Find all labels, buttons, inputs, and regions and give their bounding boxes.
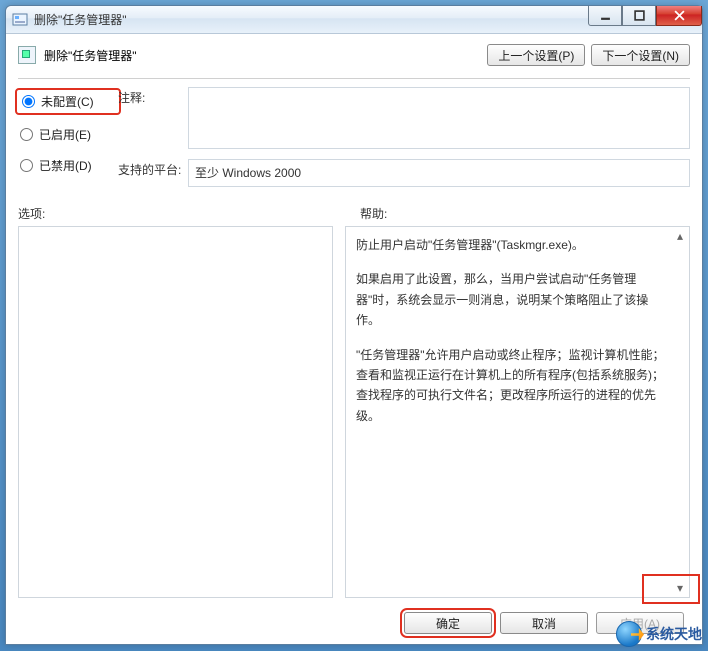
options-label: 选项: (18, 205, 348, 222)
prev-setting-button[interactable]: 上一个设置(P) (487, 44, 585, 66)
help-paragraph: "任务管理器"允许用户启动或终止程序；监视计算机性能；查看和监视正运行在计算机上… (356, 345, 669, 427)
panes: ▴ 防止用户启动"任务管理器"(Taskmgr.exe)。 如果启用了此设置，那… (18, 226, 690, 598)
window-title: 删除"任务管理器" (34, 11, 127, 28)
platform-value: 至少 Windows 2000 (188, 159, 690, 187)
radio-disabled[interactable]: 已禁用(D) (18, 157, 118, 174)
nav-buttons: 上一个设置(P) 下一个设置(N) (487, 44, 690, 66)
radio-disabled-input[interactable] (20, 159, 33, 172)
window-controls (588, 6, 702, 26)
config-row: 未配置(C) 已启用(E) 已禁用(D) 注释: 支持的平台: 至少 Windo… (18, 87, 690, 187)
maximize-button[interactable] (622, 6, 656, 26)
help-pane: ▴ 防止用户启动"任务管理器"(Taskmgr.exe)。 如果启用了此设置，那… (345, 226, 690, 598)
comment-textarea[interactable] (188, 87, 690, 149)
app-icon (12, 12, 28, 28)
scroll-down-icon[interactable]: ▾ (675, 583, 685, 593)
close-button[interactable] (656, 6, 702, 26)
scroll-up-icon[interactable]: ▴ (675, 231, 685, 241)
next-setting-button[interactable]: 下一个设置(N) (591, 44, 690, 66)
comment-label: 注释: (118, 87, 188, 106)
footer: 确定 取消 应用(A) (18, 606, 690, 644)
pane-labels: 选项: 帮助: (18, 205, 690, 222)
radio-not-configured-input[interactable] (22, 95, 35, 108)
help-paragraph: 防止用户启动"任务管理器"(Taskmgr.exe)。 (356, 235, 669, 255)
dialog-window: 删除"任务管理器" 删除"任务管理器" 上一个设置(P) (5, 5, 703, 645)
radio-not-configured[interactable]: 未配置(C) (18, 91, 118, 112)
platform-label: 支持的平台: (118, 159, 188, 178)
apply-button[interactable]: 应用(A) (596, 612, 684, 634)
help-label: 帮助: (360, 205, 690, 222)
client-area: 删除"任务管理器" 上一个设置(P) 下一个设置(N) 未配置(C) (6, 34, 702, 644)
radio-enabled-input[interactable] (20, 128, 33, 141)
policy-label: 删除"任务管理器" (44, 47, 137, 64)
divider (18, 78, 690, 79)
policy-icon (18, 46, 36, 64)
minimize-button[interactable] (588, 6, 622, 26)
titlebar[interactable]: 删除"任务管理器" (6, 6, 702, 34)
header-row: 删除"任务管理器" 上一个设置(P) 下一个设置(N) (18, 44, 690, 66)
ok-button[interactable]: 确定 (404, 612, 492, 634)
radio-enabled[interactable]: 已启用(E) (18, 126, 118, 143)
radio-group: 未配置(C) 已启用(E) 已禁用(D) (18, 87, 118, 174)
cancel-button[interactable]: 取消 (500, 612, 588, 634)
policy-title: 删除"任务管理器" (18, 46, 137, 64)
help-paragraph: 如果启用了此设置，那么，当用户尝试启动"任务管理器"时，系统会显示一则消息，说明… (356, 269, 669, 330)
meta-column: 注释: 支持的平台: 至少 Windows 2000 (118, 87, 690, 187)
options-pane (18, 226, 333, 598)
